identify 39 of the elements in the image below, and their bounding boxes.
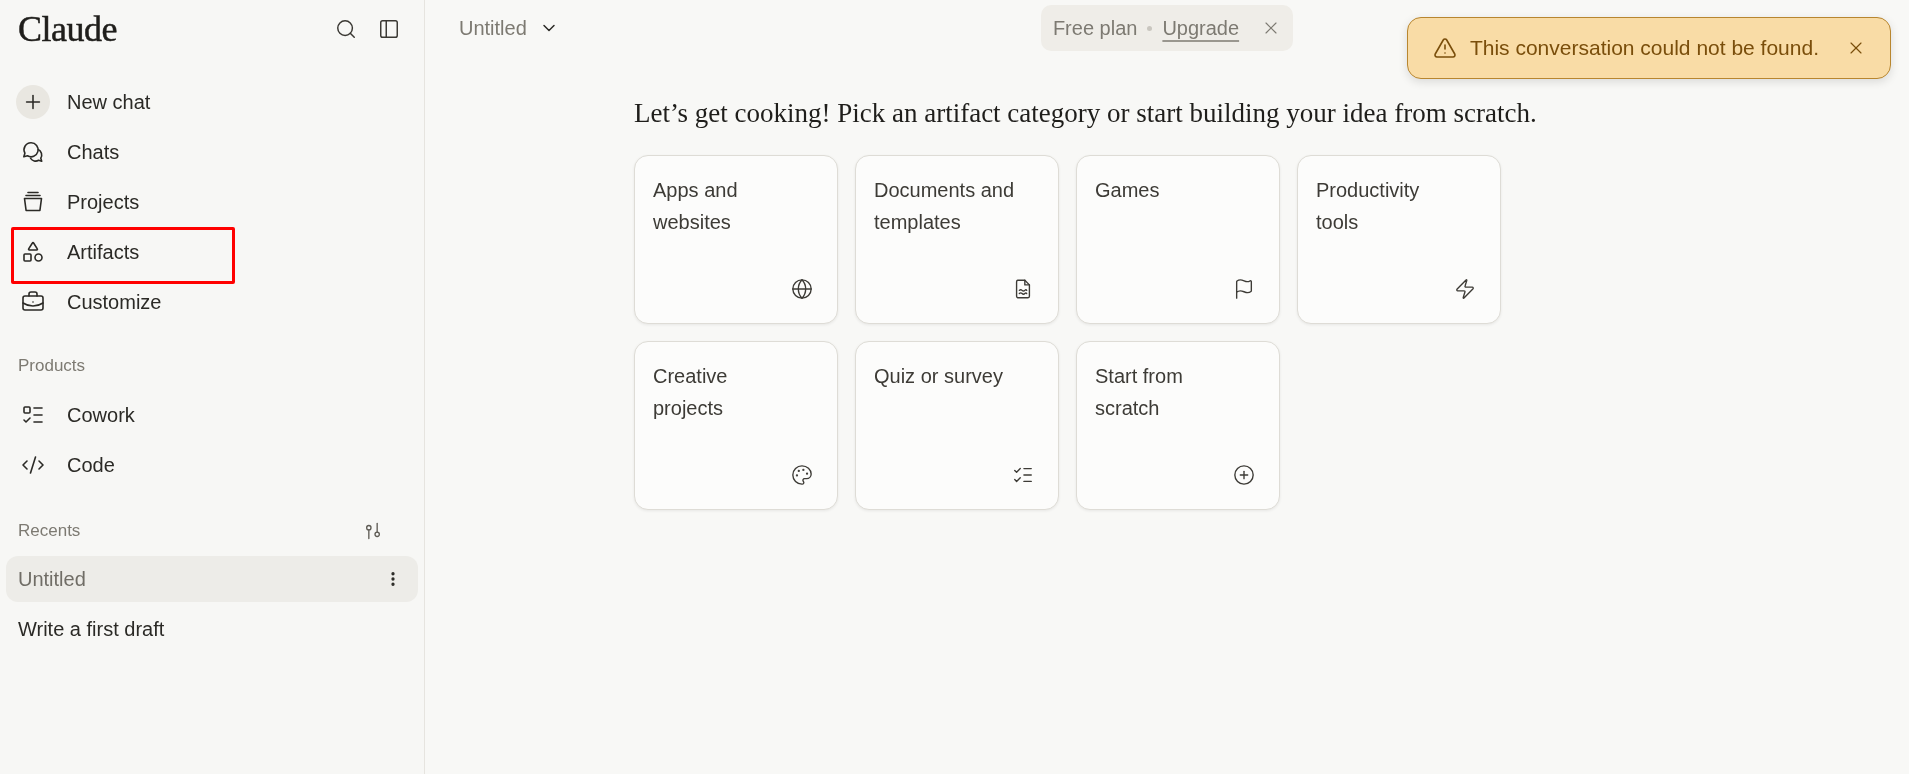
recent-chat-item[interactable]: Write a first draft [6, 606, 418, 652]
section-label: Recents [18, 520, 81, 542]
plus-icon [16, 85, 50, 119]
category-card[interactable]: Creative projects [634, 341, 838, 510]
page-heading: Let’s get cooking! Pick an artifact category or start building your idea from scratch. [634, 97, 1537, 130]
sidebar-nav-item[interactable]: Chats [6, 127, 418, 177]
warning-icon [1432, 36, 1457, 60]
code-icon [21, 453, 45, 477]
tray-icon [21, 190, 45, 214]
logo-wordmark: Claude [18, 11, 117, 47]
briefcase-icon [21, 290, 45, 314]
toast-message: This conversation could not be found. [1469, 35, 1819, 62]
flag-icon [1233, 278, 1255, 300]
category-card[interactable]: Documents and templates [855, 155, 1059, 324]
sidebar-nav-item[interactable]: Artifacts [6, 227, 418, 277]
sidebar-nav-item[interactable]: Projects [6, 177, 418, 227]
sidebar-toggle-icon[interactable] [378, 18, 400, 40]
category-card[interactable]: Apps and websites [634, 155, 838, 324]
speech-bubbles-icon [21, 140, 45, 164]
plan-label: Free plan [1052, 16, 1138, 41]
sliders-icon[interactable] [363, 521, 383, 541]
category-card[interactable]: Productivity tools [1297, 155, 1501, 324]
shapes-icon [21, 240, 45, 264]
palette-icon [791, 464, 813, 486]
search-icon[interactable] [335, 18, 357, 40]
lightning-icon [1454, 278, 1476, 300]
sidebar-nav-item[interactable]: Customize [6, 277, 418, 327]
category-card[interactable]: Quiz or survey [855, 341, 1059, 510]
section-label: Products [17, 355, 86, 377]
new-chat-button[interactable]: New chat [6, 77, 418, 127]
plus-circle-icon [1233, 464, 1255, 486]
upgrade-link[interactable]: Upgrade [1162, 13, 1240, 43]
globe-icon [791, 278, 813, 300]
conversation-title-button[interactable]: Untitled [459, 13, 559, 43]
category-card[interactable]: Start from scratch [1076, 341, 1280, 510]
recent-chat-item[interactable]: Untitled [6, 556, 418, 602]
category-card[interactable]: Games [1076, 155, 1280, 324]
sidebar-nav-item[interactable]: Cowork [6, 390, 418, 440]
sidebar-nav-item[interactable]: Code [6, 440, 418, 490]
